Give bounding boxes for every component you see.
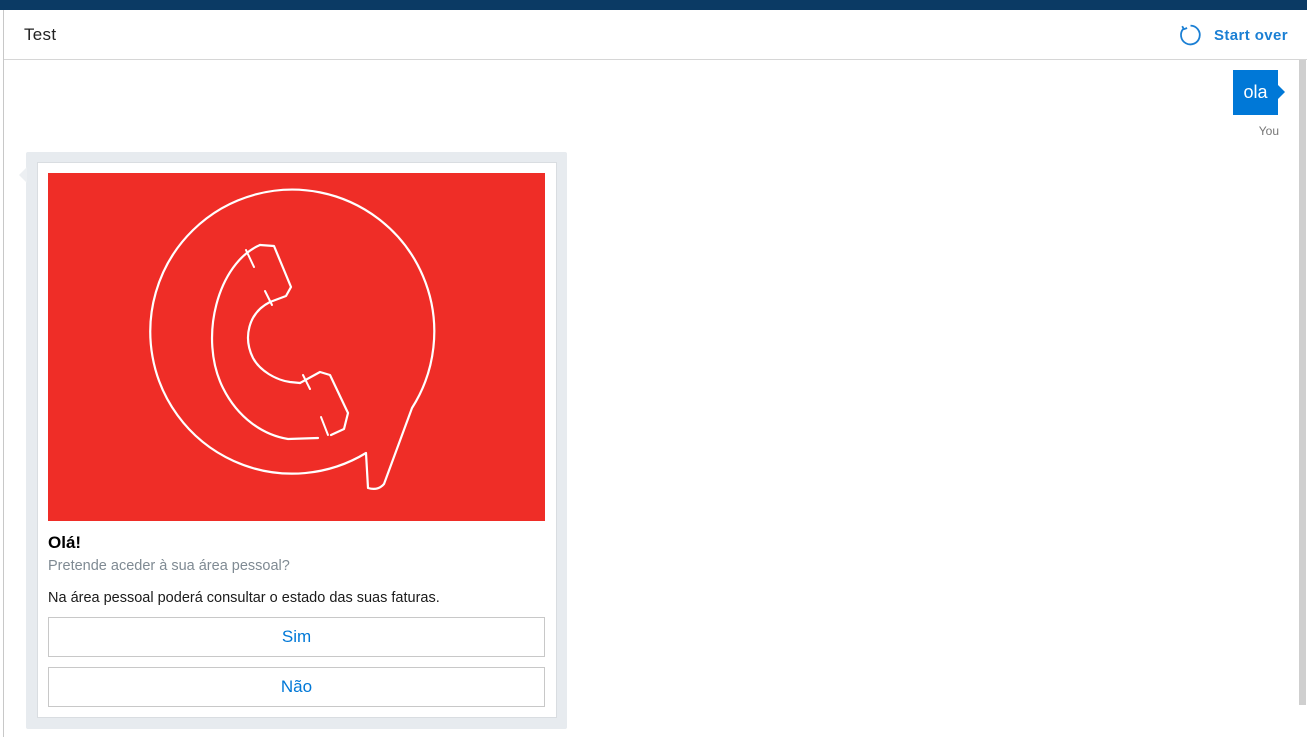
refresh-icon bbox=[1180, 24, 1201, 46]
scrollbar[interactable] bbox=[1299, 60, 1306, 705]
card-title: Olá! bbox=[48, 533, 82, 552]
user-message-bubble: ola bbox=[1233, 70, 1278, 115]
hero-card: Olá! Pretende aceder à sua área pessoal?… bbox=[37, 162, 557, 718]
sim-button[interactable]: Sim bbox=[48, 617, 545, 657]
start-over-label: Start over bbox=[1213, 26, 1288, 44]
phone-chat-bubble-icon bbox=[149, 188, 436, 490]
top-accent-bar bbox=[0, 0, 1307, 10]
card-image bbox=[48, 173, 545, 521]
start-over-button[interactable]: Start over bbox=[1178, 22, 1288, 48]
user-sender-label: You bbox=[1258, 124, 1279, 138]
chat-title: Test bbox=[24, 25, 57, 44]
bot-bubble-tail bbox=[19, 167, 27, 183]
card-subtitle: Pretende aceder à sua área pessoal? bbox=[48, 558, 290, 574]
nao-button[interactable]: Não bbox=[48, 667, 545, 707]
card-text: Na área pessoal poderá consultar o estad… bbox=[48, 590, 440, 606]
user-bubble-tail bbox=[1278, 85, 1285, 99]
window-left-border bbox=[3, 10, 4, 737]
chat-header: Test Start over bbox=[4, 10, 1307, 60]
